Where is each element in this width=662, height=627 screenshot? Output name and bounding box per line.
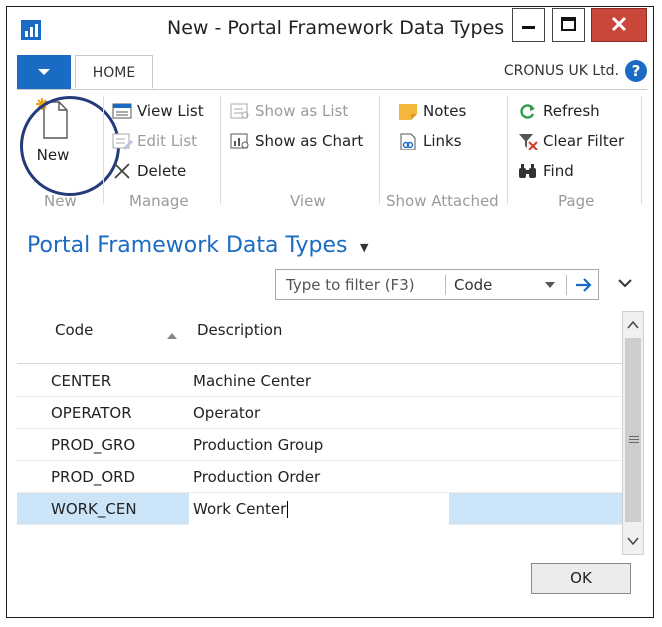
show-as-list-label: Show as List [255,102,349,120]
app-icon [21,20,41,40]
help-icon: ? [631,62,641,80]
filter-field-select[interactable]: Code [454,276,492,294]
ok-button[interactable]: OK [531,563,631,594]
cell-description[interactable]: Operator [193,404,260,422]
title-bar: New - Portal Framework Data Types [7,7,653,54]
help-button[interactable]: ? [625,60,647,82]
column-header-description[interactable]: Description [197,321,282,339]
chevron-down-icon[interactable] [545,282,555,288]
table-row-selected[interactable]: WORK_CEN Work Center [17,493,622,525]
scroll-down-icon[interactable] [626,534,640,548]
cell-description-value: Work Center [193,500,287,518]
notes-button[interactable]: Notes [397,102,466,120]
show-as-chart-icon [230,133,249,149]
sort-ascending-icon [167,333,177,339]
scroll-up-icon[interactable] [626,318,640,332]
view-list-icon [112,103,132,119]
edit-list-button[interactable]: Edit List [111,132,197,150]
find-label: Find [543,162,574,180]
cell-code[interactable]: WORK_CEN [51,500,137,518]
close-button[interactable] [591,8,647,42]
show-as-chart-label: Show as Chart [255,132,364,150]
refresh-button[interactable]: Refresh [517,102,600,120]
group-label-manage: Manage [129,192,189,210]
notes-label: Notes [423,102,467,120]
filter-divider [445,275,446,295]
view-list-label: View List [137,102,204,120]
vertical-scrollbar[interactable] [622,311,644,555]
minimize-icon [522,26,535,29]
app-menu-button[interactable] [17,55,71,89]
group-separator [379,96,380,204]
filter-bar: Type to filter (F3) Code [275,269,599,300]
filter-input[interactable]: Type to filter (F3) [286,276,415,294]
clear-filter-icon [519,134,538,150]
collapse-chevron-icon[interactable] [617,277,633,289]
group-label-view: View [290,192,326,210]
links-button[interactable]: Links [397,132,462,150]
company-name[interactable]: CRONUS UK Ltd. [504,63,619,79]
close-icon [611,16,627,32]
show-as-chart-button[interactable]: Show as Chart [229,132,363,150]
group-separator [220,96,221,204]
find-button[interactable]: Find [517,162,574,180]
cell-description[interactable]: Machine Center [193,372,311,390]
binoculars-icon [519,164,536,178]
group-separator [507,96,508,204]
table-row[interactable]: OPERATOR Operator [17,397,622,429]
column-header-code[interactable]: Code [55,321,93,339]
links-label: Links [423,132,462,150]
table-row[interactable]: PROD_ORD Production Order [17,461,622,493]
delete-label: Delete [137,162,187,180]
window-title: New - Portal Framework Data Types [167,17,505,39]
data-grid: Code Description CENTER Machine Center O… [17,311,622,555]
page-title-dropdown-icon[interactable]: ▼ [360,241,368,254]
cell-description[interactable]: Production Order [193,468,320,486]
cell-code[interactable]: PROD_ORD [51,468,135,486]
clear-filter-label: Clear Filter [543,132,625,150]
minimize-button[interactable] [512,8,545,42]
dialog-window: New - Portal Framework Data Types HOME C… [6,6,654,618]
refresh-icon [520,104,535,119]
cell-description-input[interactable]: Work Center [193,500,289,518]
ribbon: New New View List Edit List Delete Manag… [17,90,647,213]
edit-list-label: Edit List [137,132,198,150]
arrow-right-icon[interactable] [573,274,595,296]
scroll-thumb[interactable] [625,338,641,522]
clear-filter-button[interactable]: Clear Filter [517,132,624,150]
maximize-icon [561,17,576,31]
page-title[interactable]: Portal Framework Data Types [27,233,348,258]
edit-list-icon [112,133,133,150]
text-caret [287,501,289,518]
show-as-list-button[interactable]: Show as List [229,102,348,120]
cell-code[interactable]: CENTER [51,372,111,390]
ribbon-tab-strip: HOME CRONUS UK Ltd. ? [17,55,647,90]
table-row[interactable]: CENTER Machine Center [17,365,622,397]
cell-code[interactable]: OPERATOR [51,404,132,422]
grip-icon [629,436,639,445]
links-icon [400,133,416,150]
show-as-list-icon [230,103,249,119]
view-list-button[interactable]: View List [111,102,204,120]
cell-description[interactable]: Production Group [193,436,323,454]
maximize-button[interactable] [552,8,585,42]
group-label-page: Page [558,192,595,210]
refresh-label: Refresh [543,102,600,120]
cell-code[interactable]: PROD_GRO [51,436,135,454]
delete-button[interactable]: Delete [111,162,186,180]
group-separator [641,96,642,204]
table-row[interactable]: PROD_GRO Production Group [17,429,622,461]
highlight-circle [20,96,120,196]
header-divider [17,363,622,364]
delete-icon [114,163,130,179]
group-label-show-attached: Show Attached [386,192,499,210]
tab-home[interactable]: HOME [75,55,153,89]
notes-icon [399,104,417,120]
group-separator [103,96,104,204]
dropdown-arrow-icon [38,69,50,75]
filter-divider [566,275,567,295]
